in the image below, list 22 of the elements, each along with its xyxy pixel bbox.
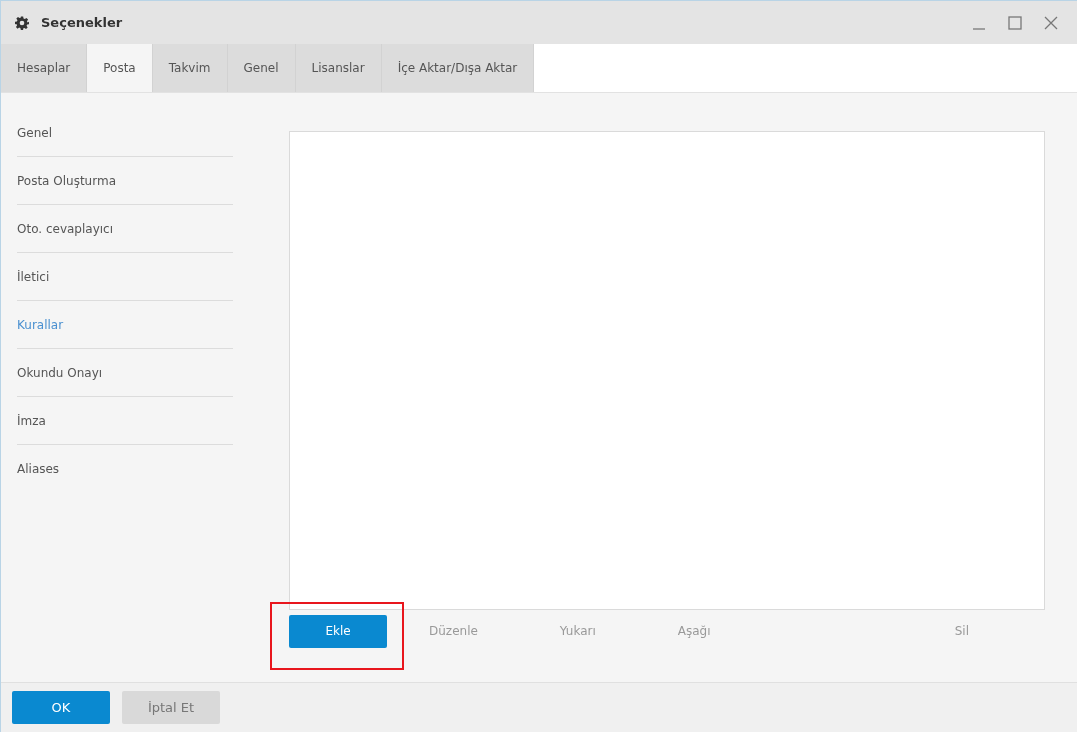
sidebar-item[interactable]: İmza bbox=[17, 397, 233, 445]
tab[interactable]: İçe Aktar/Dışa Aktar bbox=[381, 44, 535, 92]
minimize-icon bbox=[972, 27, 986, 30]
cancel-button[interactable]: İptal Et bbox=[122, 691, 220, 724]
sidebar-item[interactable]: Kurallar bbox=[17, 301, 233, 349]
ok-button[interactable]: OK bbox=[12, 691, 110, 724]
sidebar-item[interactable]: İletici bbox=[17, 253, 233, 301]
tab[interactable]: Hesaplar bbox=[1, 44, 88, 92]
tab[interactable]: Genel bbox=[227, 44, 296, 92]
tab[interactable]: Takvim bbox=[152, 44, 228, 92]
sidebar-item[interactable]: Okundu Onayı bbox=[17, 349, 233, 397]
sidebar-item[interactable]: Aliases bbox=[17, 445, 233, 492]
sidebar-item[interactable]: Posta Oluşturma bbox=[17, 157, 233, 205]
tab[interactable]: Lisanslar bbox=[295, 44, 382, 92]
settings-icon bbox=[15, 15, 29, 30]
tab[interactable]: Posta bbox=[87, 44, 153, 92]
maximize-icon bbox=[1008, 15, 1022, 30]
window-title: Seçenekler bbox=[41, 15, 124, 30]
add-button[interactable]: Ekle bbox=[289, 614, 387, 648]
sidebar-item[interactable]: Genel bbox=[17, 109, 233, 157]
sidebar-item[interactable]: Oto. cevaplayıcı bbox=[17, 205, 233, 253]
close-icon bbox=[1044, 15, 1058, 30]
